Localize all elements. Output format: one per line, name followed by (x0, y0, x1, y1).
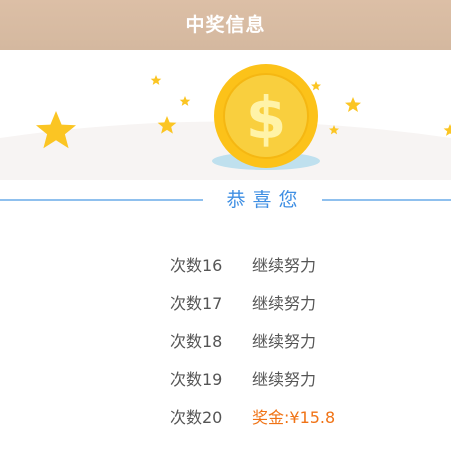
attempt-count: 次数17 (170, 294, 223, 313)
attempt-count: 次数18 (170, 332, 223, 351)
star-icon (443, 124, 451, 136)
dollar-sign: $ (246, 84, 286, 152)
attempt-count: 次数16 (170, 256, 223, 275)
attempt-count: 次数19 (170, 370, 223, 389)
attempt-result: 继续努力 (252, 370, 317, 389)
list-item: 次数16 继续努力 (0, 250, 451, 288)
results-list: 次数16 继续努力 次数17 继续努力 次数18 继续努力 次数19 继续努力 … (0, 250, 451, 440)
banner-illustration: $ (0, 64, 451, 180)
celebration-banner: $ (0, 50, 451, 180)
divider-line-right (322, 199, 451, 201)
header-bar: 中奖信息 (0, 0, 451, 50)
list-item: 次数20 奖金:¥15.8 (0, 402, 451, 440)
prize-amount: 奖金:¥15.8 (252, 408, 336, 427)
attempt-count: 次数20 (170, 408, 223, 427)
coin-icon: $ (214, 64, 318, 168)
attempt-result: 继续努力 (252, 256, 317, 275)
page-title: 中奖信息 (185, 14, 266, 36)
divider-line-left (0, 199, 203, 201)
congrats-divider: 恭喜您 (0, 186, 451, 216)
congrats-label: 恭喜您 (226, 189, 305, 211)
list-item: 次数18 继续努力 (0, 326, 451, 364)
attempt-result: 继续努力 (252, 294, 317, 313)
attempt-result: 继续努力 (252, 332, 317, 351)
list-item: 次数19 继续努力 (0, 364, 451, 402)
list-item: 次数17 继续努力 (0, 288, 451, 326)
prize-info-page: 中奖信息 $ 恭喜您 次数16 继续努力 次数17 继续努力 次数18 继续努力… (0, 0, 451, 449)
